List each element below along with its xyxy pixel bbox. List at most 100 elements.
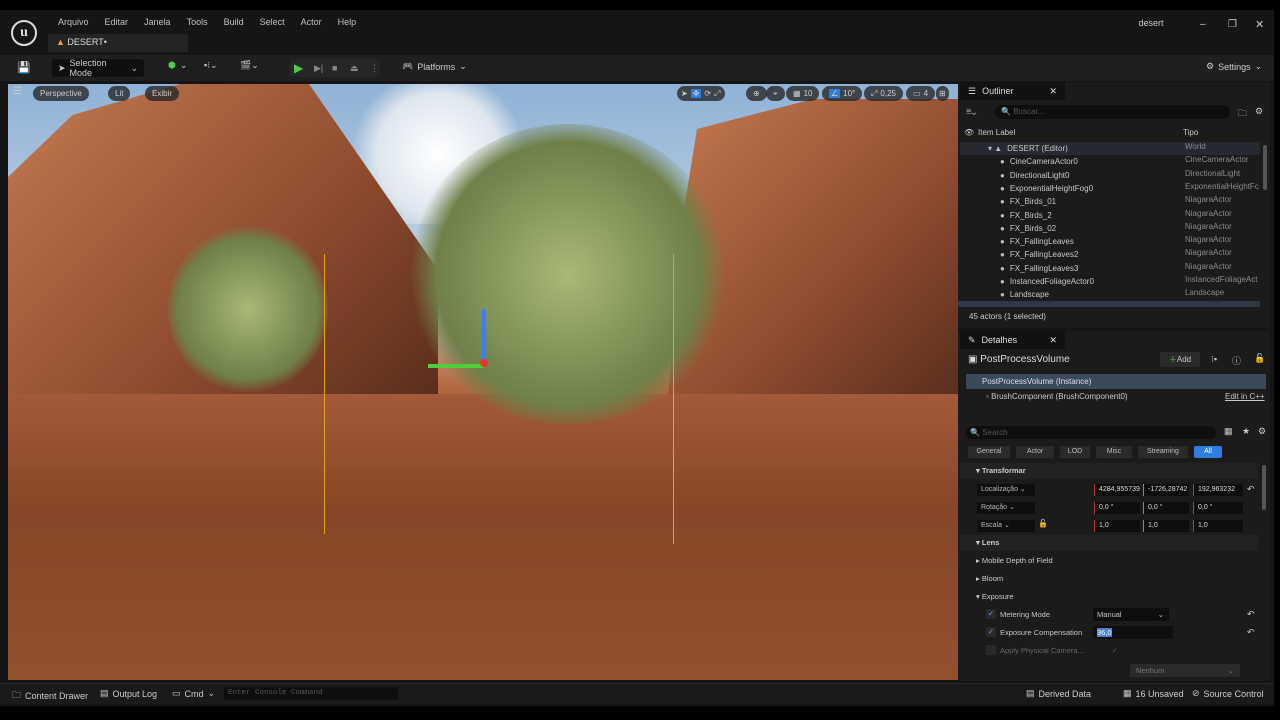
lock-icon[interactable]: 🔓 xyxy=(1038,519,1048,528)
section-lens[interactable]: ▾ Lens xyxy=(960,535,1258,551)
maximize-button[interactable]: ❐ xyxy=(1228,19,1237,30)
rotation-dropdown[interactable]: Rotação ⌄ xyxy=(977,502,1035,514)
selection-mode-dropdown[interactable]: ➤ Selection Mode ⌄ xyxy=(52,58,144,78)
metering-mode-dropdown[interactable]: Manual ⌄ xyxy=(1093,608,1169,621)
level-viewport[interactable] xyxy=(8,84,958,680)
apply-physical-camera-checkbox[interactable]: ✓ xyxy=(1112,646,1118,655)
outliner-row[interactable]: ● FX_FallingLeaves2 NiagaraActor xyxy=(960,248,1260,261)
gear-icon[interactable]: ⚙ xyxy=(1255,106,1263,117)
add-component-button[interactable]: ＋Add xyxy=(1160,352,1200,367)
lock-icon[interactable]: 🔓 xyxy=(1254,353,1265,364)
help-icon[interactable]: ⓘ xyxy=(1232,354,1241,367)
scale-dropdown[interactable]: Escala ⌄ xyxy=(977,520,1035,532)
filter-streaming[interactable]: Streaming xyxy=(1138,446,1188,458)
outliner-tab[interactable]: ☰ Outliner ✕ xyxy=(960,82,1065,100)
rotation-x-field[interactable]: 0,0 ° xyxy=(1094,502,1140,514)
edit-in-cpp-link[interactable]: Edit in C++ xyxy=(1225,392,1265,401)
outliner-row[interactable]: ● InstancedFoliageActor0 InstancedFoliageA… xyxy=(960,275,1260,288)
scale-snap-button[interactable]: ⤢ 0,25 xyxy=(864,86,903,101)
surface-snap-toggle[interactable]: ⌖ xyxy=(766,86,785,101)
exposure-compensation-checkbox[interactable]: ✓ xyxy=(986,627,996,637)
location-z-field[interactable]: 192,963232 xyxy=(1193,484,1243,496)
section-bloom[interactable]: ▸ Bloom xyxy=(960,571,1258,587)
lit-button[interactable]: Lit xyxy=(108,86,131,101)
save-icon[interactable]: 💾 xyxy=(17,61,31,74)
filter-actor[interactable]: Actor xyxy=(1016,446,1054,458)
menu-help[interactable]: Help xyxy=(330,17,365,27)
unsaved-button[interactable]: ▦ 16 Unsaved xyxy=(1123,688,1184,699)
outliner-row[interactable]: ● FX_FallingLeaves3 NiagaraActor xyxy=(960,262,1260,275)
source-control-button[interactable]: ⊘ Source Control xyxy=(1192,688,1264,699)
filter-all[interactable]: All xyxy=(1194,446,1222,458)
scale-x-field[interactable]: 1,0 xyxy=(1094,520,1140,532)
column-item-label[interactable]: Item Label xyxy=(978,128,1183,137)
settings-button[interactable]: ⚙ Settings ⌄ xyxy=(1206,61,1262,72)
location-x-field[interactable]: 4284,955739 xyxy=(1094,484,1140,496)
outliner-row[interactable]: ● ExponentialHeightFog0 ExponentialHeightF… xyxy=(960,182,1260,195)
menu-janela[interactable]: Janela xyxy=(136,17,179,27)
rotation-snap-button[interactable]: ∠ 10° xyxy=(822,86,863,101)
world-local-toggle[interactable]: ⊕ xyxy=(746,86,767,101)
menu-select[interactable]: Select xyxy=(252,17,293,27)
blueprint-icon[interactable]: ⁝▪ xyxy=(1211,354,1217,365)
play-button[interactable]: ▶ xyxy=(294,61,303,75)
selected-row-postprocessvolume[interactable] xyxy=(958,301,1260,307)
menu-tools[interactable]: Tools xyxy=(179,17,216,27)
section-mobile-dof[interactable]: ▸ Mobile Depth of Field xyxy=(960,553,1258,569)
component-instance-row[interactable]: PostProcessVolume (Instance) xyxy=(966,374,1266,389)
details-scrollbar[interactable] xyxy=(1262,465,1266,510)
minimize-button[interactable]: – xyxy=(1200,19,1206,30)
outliner-row[interactable]: ● FX_FallingLeaves NiagaraActor xyxy=(960,235,1260,248)
table-view-icon[interactable]: ▦ xyxy=(1224,426,1233,437)
filter-misc[interactable]: Misc xyxy=(1096,446,1132,458)
viewport-layout-button[interactable]: ⊞ xyxy=(936,86,949,101)
add-actor-button[interactable]: ⬢ ⌄ xyxy=(168,60,187,71)
menu-actor[interactable]: Actor xyxy=(293,17,330,27)
stop-button[interactable]: ■ xyxy=(332,63,337,73)
reset-icon[interactable]: ↶ xyxy=(1247,609,1255,620)
show-button[interactable]: Exibir xyxy=(145,86,180,101)
level-tab[interactable]: ▲ DESERT• xyxy=(48,34,188,52)
location-y-field[interactable]: -1726,28742 xyxy=(1143,484,1189,496)
gizmo-x-axis[interactable] xyxy=(480,359,488,367)
exposure-compensation-input[interactable]: 36,0 xyxy=(1093,626,1173,639)
outliner-row[interactable]: ● Landscape Landscape xyxy=(960,288,1260,301)
scale-z-field[interactable]: 1,0 xyxy=(1193,520,1243,532)
gear-icon[interactable]: ⚙ xyxy=(1258,426,1266,437)
close-button[interactable]: ✕ xyxy=(1255,18,1264,31)
none-dropdown[interactable]: Nenhum ⌄ xyxy=(1130,664,1240,677)
console-input[interactable]: Enter Console Command xyxy=(224,687,398,700)
section-transform[interactable]: ▾ Transformar xyxy=(960,463,1258,479)
section-exposure[interactable]: ▾ Exposure xyxy=(960,589,1258,605)
grid-snap-button[interactable]: ▦ 10 xyxy=(786,86,820,101)
outliner-row[interactable]: ● FX_Birds_2 NiagaraActor xyxy=(960,209,1260,222)
close-icon[interactable]: ✕ xyxy=(1049,335,1057,346)
outliner-scrollbar[interactable] xyxy=(1263,145,1267,190)
blueprint-button[interactable]: ▪⁝⌄ xyxy=(204,60,218,71)
output-log-button[interactable]: ▤ Output Log xyxy=(100,688,157,699)
outliner-row[interactable]: ▾ ▲ DESERT (Editor) World xyxy=(960,142,1260,155)
platforms-button[interactable]: 🎮 Platforms ⌄ xyxy=(402,61,467,72)
unreal-logo[interactable]: u xyxy=(11,20,37,46)
details-search-input[interactable]: 🔍 Search xyxy=(966,426,1216,439)
location-dropdown[interactable]: Localização ⌄ xyxy=(977,484,1035,496)
outliner-row[interactable]: ● DirectionalLight0 DirectionalLight xyxy=(960,169,1260,182)
filter-lod[interactable]: LOD xyxy=(1060,446,1090,458)
cinematics-button[interactable]: 🎬⌄ xyxy=(240,60,259,71)
menu-editar[interactable]: Editar xyxy=(97,17,137,27)
outliner-row[interactable]: ● CineCameraActor0 CineCameraActor xyxy=(960,155,1260,168)
gizmo-z-axis[interactable] xyxy=(482,309,486,364)
close-icon[interactable]: ✕ xyxy=(1049,86,1057,97)
column-type[interactable]: Tipo xyxy=(1183,128,1198,137)
content-drawer-button[interactable]: 🗀 Content Drawer xyxy=(12,688,88,704)
apply-physical-camera-override[interactable]: ✓ xyxy=(986,645,996,655)
reset-icon[interactable]: ↶ xyxy=(1247,627,1255,638)
filter-icon[interactable]: ⩸⌄ xyxy=(966,106,976,117)
filter-general[interactable]: General xyxy=(968,446,1010,458)
rotation-z-field[interactable]: 0,0 ° xyxy=(1193,502,1243,514)
cmd-dropdown[interactable]: ▭ Cmd ⌄ xyxy=(172,688,215,699)
rotate-tool-icon[interactable]: ⟳ xyxy=(704,89,711,98)
camera-speed-button[interactable]: ▭ 4 xyxy=(906,86,936,101)
add-folder-icon[interactable]: 🗀 xyxy=(1238,106,1247,122)
reset-icon[interactable]: ↶ xyxy=(1247,484,1255,495)
